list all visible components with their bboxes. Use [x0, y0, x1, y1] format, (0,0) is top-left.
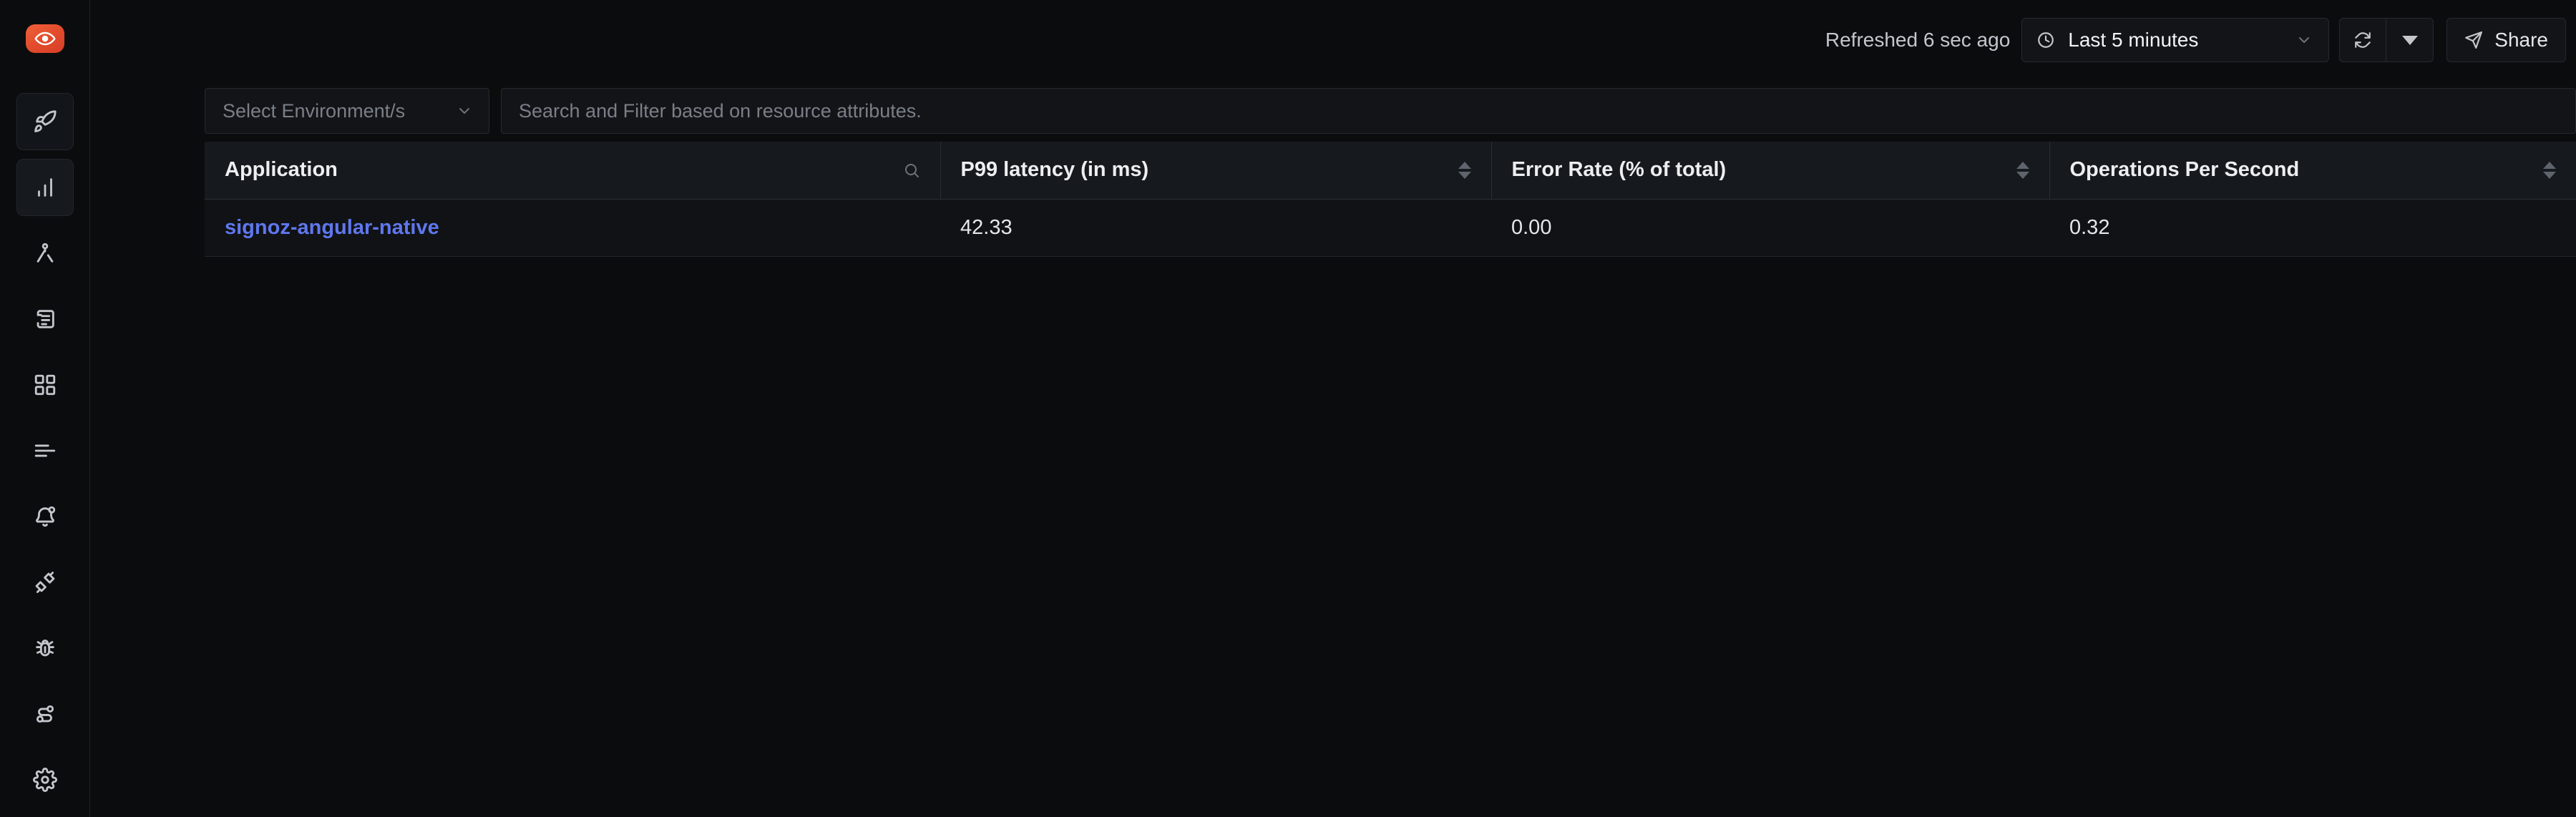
table-head: Application P99 latency (in ms) Error Ra… [205, 142, 2576, 200]
signoz-eye-logo[interactable] [25, 24, 64, 53]
sort-ascending-icon [2016, 161, 2029, 169]
sort-descending-icon [2016, 171, 2029, 179]
column-header-application[interactable]: Application [205, 142, 940, 200]
search-icon[interactable] [903, 162, 920, 179]
refreshed-status: Refreshed 6 sec ago [1825, 29, 2011, 51]
grid-icon [34, 374, 55, 396]
bell-dot-icon [35, 506, 55, 527]
sidebar-item-traces[interactable] [16, 225, 74, 282]
cell-operations-per-second: 0.32 [2049, 199, 2576, 257]
sidebar-item-alerts[interactable] [16, 488, 74, 545]
services-table: Application P99 latency (in ms) Error Ra… [205, 142, 2576, 257]
caret-down-icon [2401, 35, 2418, 45]
eye-icon [34, 31, 56, 46]
refresh-icon [2355, 32, 2371, 48]
sidebar-item-pipelines[interactable] [16, 685, 74, 743]
chevron-down-icon[interactable] [2296, 31, 2313, 49]
unplug-icon [35, 572, 54, 593]
table-body: signoz-angular-native 42.33 0.00 0.32 [205, 199, 2576, 257]
time-range-label: Last 5 minutes [2068, 29, 2199, 51]
bar-chart-icon [37, 178, 52, 197]
sidebar-item-errors[interactable] [16, 620, 74, 677]
column-label-operations-per-second: Operations Per Second [2069, 158, 2300, 182]
share-button-label: Share [2494, 29, 2548, 51]
sort-control-error-rate[interactable] [2016, 161, 2029, 179]
resource-search-placeholder: Search and Filter based on resource attr… [519, 99, 922, 122]
column-label-application: Application [225, 158, 338, 182]
topbar: Refreshed 6 sec ago Last 5 minutes Share [90, 0, 2576, 80]
application-link[interactable]: signoz-angular-native [225, 216, 439, 239]
table-row[interactable]: signoz-angular-native 42.33 0.00 0.32 [205, 199, 2576, 257]
main-content: Refreshed 6 sec ago Last 5 minutes Share… [90, 0, 2576, 817]
refresh-interval-dropdown[interactable] [2386, 18, 2434, 62]
filter-bar: Select Environment/s Search and Filter b… [90, 80, 2576, 142]
sort-ascending-icon [2543, 161, 2556, 169]
align-left-icon [34, 444, 55, 457]
sidebar [0, 0, 90, 817]
column-header-p99-latency[interactable]: P99 latency (in ms) [940, 142, 1491, 200]
clock-icon [2038, 32, 2054, 48]
sidebar-item-logs[interactable] [16, 290, 74, 348]
gear-icon [32, 768, 57, 792]
environment-select[interactable]: Select Environment/s [205, 88, 489, 134]
sort-ascending-icon [1458, 161, 1471, 169]
sidebar-item-settings[interactable] [16, 751, 74, 808]
sort-control-p99-latency[interactable] [1458, 161, 1471, 179]
sidebar-item-exceptions[interactable] [16, 422, 74, 479]
chevron-down-icon [459, 108, 469, 114]
resource-search-input[interactable]: Search and Filter based on resource attr… [501, 88, 2576, 134]
sort-descending-icon [1458, 171, 1471, 179]
share-button[interactable]: Share [2446, 18, 2566, 62]
rocket-icon [34, 110, 57, 132]
environment-select-placeholder: Select Environment/s [223, 99, 406, 122]
send-icon [2465, 31, 2483, 49]
cell-application: signoz-angular-native [205, 199, 940, 257]
column-label-error-rate: Error Rate (% of total) [1511, 158, 1727, 182]
scroll-icon [36, 310, 54, 328]
column-label-p99-latency: P99 latency (in ms) [960, 158, 1149, 182]
sidebar-item-services[interactable] [16, 159, 74, 216]
cell-p99-latency: 42.33 [940, 199, 1491, 257]
services-table-wrap: Application P99 latency (in ms) Error Ra… [90, 142, 2576, 257]
bug-icon [35, 639, 54, 657]
table-header-row: Application P99 latency (in ms) Error Ra… [205, 142, 2576, 200]
sidebar-item-dashboards[interactable] [16, 356, 74, 414]
route-icon [36, 705, 54, 723]
sort-control-operations-per-second[interactable] [2543, 161, 2556, 179]
time-range-picker[interactable]: Last 5 minutes [2021, 18, 2330, 62]
sidebar-item-integrations[interactable] [16, 554, 74, 611]
cell-error-rate: 0.00 [1491, 199, 2049, 257]
refresh-button[interactable] [2339, 18, 2387, 62]
column-header-error-rate[interactable]: Error Rate (% of total) [1491, 142, 2049, 200]
compass-icon [36, 243, 53, 263]
refresh-button-group [2339, 18, 2434, 62]
sort-descending-icon [2543, 171, 2556, 179]
sidebar-item-get-started[interactable] [16, 93, 74, 150]
app-root: Refreshed 6 sec ago Last 5 minutes Share… [0, 0, 2576, 817]
column-header-operations-per-second[interactable]: Operations Per Second [2049, 142, 2576, 200]
sidebar-nav [0, 93, 89, 817]
